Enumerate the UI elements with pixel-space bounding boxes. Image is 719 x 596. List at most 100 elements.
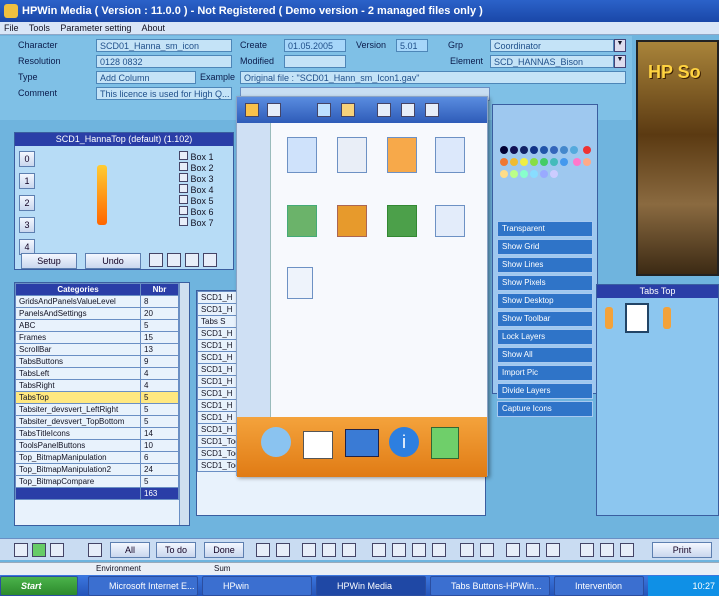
minus-icon[interactable] [392, 543, 406, 557]
edit-icon[interactable] [432, 543, 446, 557]
info-icon[interactable]: i [389, 427, 419, 457]
menu-parameter-setting[interactable]: Parameter setting [60, 23, 131, 33]
grid-icon[interactable] [276, 543, 290, 557]
taskbar-item[interactable]: HPwin [202, 576, 312, 596]
table-row[interactable]: ABC 5 [15, 319, 179, 332]
document-icon[interactable] [435, 205, 465, 237]
menu-show-all[interactable]: Show All [497, 347, 593, 363]
menu-transparent[interactable]: Transparent [497, 221, 593, 237]
table-row[interactable]: TabsLeft 4 [15, 367, 179, 380]
zoom-icon[interactable] [526, 543, 540, 557]
view-icon[interactable] [377, 103, 391, 117]
comment-field[interactable]: This licence is used for High Q... [96, 87, 232, 100]
zoom-icon[interactable] [546, 543, 560, 557]
document-icon[interactable] [287, 137, 317, 173]
table-row[interactable]: TabsTop 5 [15, 391, 179, 404]
type-field[interactable]: Add Column [96, 71, 196, 84]
settings-icon[interactable] [203, 253, 217, 267]
tab-left-icon[interactable] [605, 307, 613, 329]
wand-icon[interactable] [337, 205, 367, 237]
menu-show-grid[interactable]: Show Grid [497, 239, 593, 255]
globe-icon[interactable] [261, 427, 291, 457]
document-image-icon[interactable] [387, 137, 417, 173]
checkbox-item[interactable]: Box 3 [179, 173, 231, 184]
filter-icon[interactable] [342, 543, 356, 557]
checkbox-item[interactable]: Box 5 [179, 195, 231, 206]
grid-icon[interactable] [256, 543, 270, 557]
menu-show-lines[interactable]: Show Lines [497, 257, 593, 273]
resolution-field[interactable]: 0128 0832 [96, 55, 232, 68]
home-icon[interactable] [317, 103, 331, 117]
version-field[interactable]: 5.01 [396, 39, 428, 52]
search-icon[interactable] [401, 103, 415, 117]
lock-icon[interactable] [88, 543, 102, 557]
save-icon[interactable] [185, 253, 199, 267]
taskbar-item[interactable]: HPWin Media [316, 576, 426, 596]
checkbox-item[interactable]: Box 7 [179, 217, 231, 228]
menu-about[interactable]: About [141, 23, 165, 33]
check-icon[interactable] [32, 543, 46, 557]
tab-right-icon[interactable] [663, 307, 671, 329]
chevron-down-icon[interactable]: ▼ [614, 55, 626, 68]
calendar-icon[interactable] [303, 431, 333, 459]
table-row[interactable]: GridsAndPanelsValueLevel 8 [15, 295, 179, 308]
chevron-down-icon[interactable]: ▼ [614, 39, 626, 52]
document-icon[interactable] [337, 137, 367, 173]
checkbox-item[interactable]: Box 4 [179, 184, 231, 195]
stop-icon[interactable] [50, 543, 64, 557]
folder-image-icon[interactable] [287, 205, 317, 237]
modified-field[interactable] [284, 55, 346, 68]
sort-icon[interactable] [322, 543, 336, 557]
checkbox-item[interactable]: Box 6 [179, 206, 231, 217]
layout-icon[interactable] [620, 543, 634, 557]
row-button[interactable]: 3 [19, 217, 35, 233]
monitor-icon[interactable] [345, 429, 379, 457]
table-row[interactable]: Top_BitmapManipulation2 24 [15, 463, 179, 476]
plus-icon[interactable] [372, 543, 386, 557]
menu-lock-layers[interactable]: Lock Layers [497, 329, 593, 345]
undo-icon[interactable] [412, 543, 426, 557]
table-row[interactable]: TabsButtons 9 [15, 355, 179, 368]
to-do-button[interactable]: To do [156, 542, 196, 558]
start-button[interactable]: Start [0, 576, 78, 596]
table-row[interactable]: Tabsiter_devsvert_LeftRight 5 [15, 403, 179, 416]
image-icon[interactable] [480, 543, 494, 557]
menu-show-pixels[interactable]: Show Pixels [497, 275, 593, 291]
all-button[interactable]: All [110, 542, 150, 558]
menu-capture-icons[interactable]: Capture Icons [497, 401, 593, 417]
table-row[interactable]: Tabsiter_devsvert_TopBottom 5 [15, 415, 179, 428]
element-select[interactable]: SCD_HANNAS_Bison [490, 55, 614, 68]
table-row[interactable]: Frames 15 [15, 331, 179, 344]
text-file-icon[interactable] [287, 267, 313, 299]
tab-center-icon[interactable] [625, 303, 649, 333]
image-icon[interactable] [460, 543, 474, 557]
creation-field[interactable]: 01.05.2005 [284, 39, 346, 52]
menu-file[interactable]: File [4, 23, 19, 33]
recycle-icon[interactable] [431, 427, 459, 459]
menu-tools[interactable]: Tools [29, 23, 50, 33]
table-row[interactable]: ToolsPanelButtons 10 [15, 439, 179, 452]
column-header-name[interactable]: Categories [15, 283, 141, 296]
menu-import-pic[interactable]: Import Pic [497, 365, 593, 381]
row-button[interactable]: 0 [19, 151, 35, 167]
folder-icon[interactable] [341, 103, 355, 117]
column-header-count[interactable]: Nbr [140, 283, 179, 296]
table-row[interactable]: Top_BitmapCompare 5 [15, 475, 179, 488]
columns-icon[interactable] [302, 543, 316, 557]
table-row[interactable]: Top_BitmapManipulation 6 [15, 451, 179, 464]
forward-icon[interactable] [267, 103, 281, 117]
menu-divide-layers[interactable]: Divide Layers [497, 383, 593, 399]
character-field[interactable]: SCD01_Hanna_sm_icon [96, 39, 232, 52]
table-row[interactable]: ScrollBar 13 [15, 343, 179, 356]
row-button[interactable]: 1 [19, 173, 35, 189]
layout-icon[interactable] [580, 543, 594, 557]
copy-icon[interactable] [167, 253, 181, 267]
menu-show-toolbar[interactable]: Show Toolbar [497, 311, 593, 327]
image-icon[interactable] [387, 205, 417, 237]
scrollbar[interactable] [179, 283, 189, 525]
checkbox-item[interactable]: Box 1 [179, 151, 231, 162]
zoom-icon[interactable] [506, 543, 520, 557]
checkbox-item[interactable]: Box 2 [179, 162, 231, 173]
group-select[interactable]: Coordinator [490, 39, 614, 52]
table-row[interactable]: TabsTitleIcons 14 [15, 427, 179, 440]
